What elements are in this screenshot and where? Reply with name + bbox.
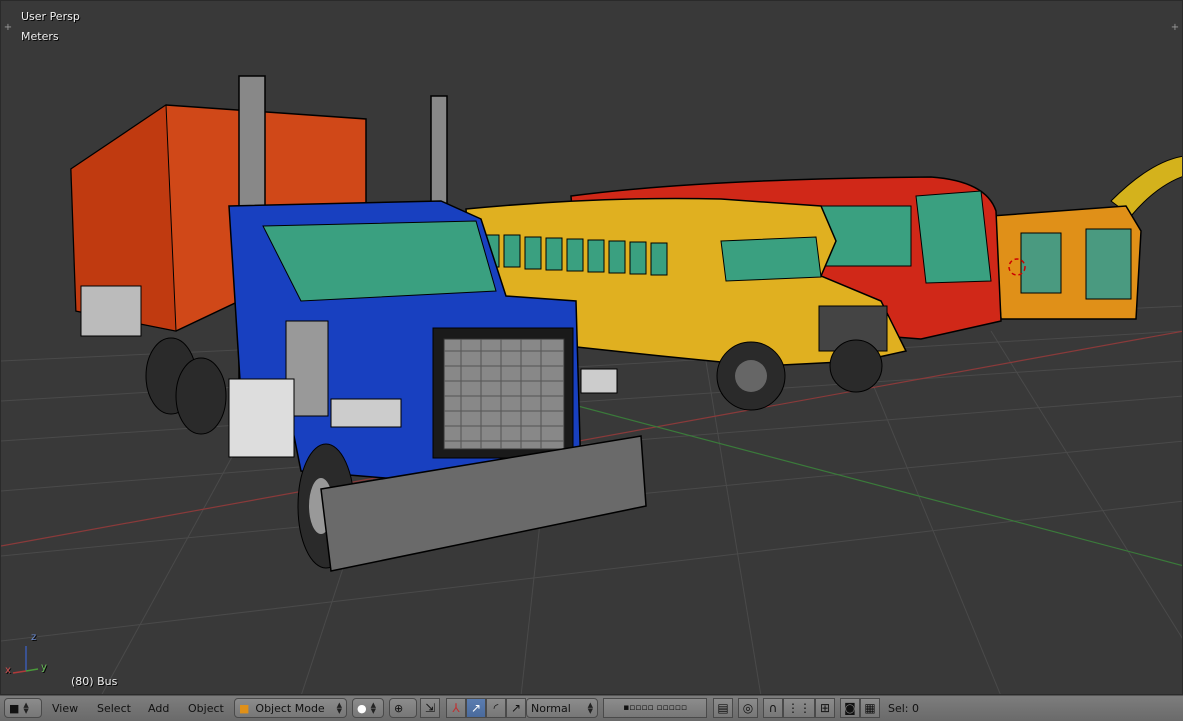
snap-element-dropdown[interactable]: ⋮⋮ [783,698,815,718]
translate-manipulator-button[interactable]: ⅄ [446,698,466,718]
3d-viewport[interactable]: + + User Persp Meters (80) Bus z x y [0,0,1183,695]
menu-select[interactable]: Select [91,698,137,718]
axis-gizmo [12,646,39,674]
pivot-point-dropdown[interactable]: ⊕ [389,698,417,718]
snap-magnet-icon: ∩ [768,701,778,715]
translate-icon: ⅄ [452,701,460,715]
proportional-edit-button[interactable]: ◎ [738,698,758,718]
solid-sphere-icon: ● [357,701,367,715]
editor-type-button[interactable]: ■ ▲ ▼ [4,698,42,718]
orientation-label: Normal [531,701,571,715]
transform-orientation-dropdown[interactable]: Normal ▲ ▼ [526,698,598,718]
camera-icon: ◙ [844,701,856,715]
clapper-icon: ▦ [864,701,876,715]
cube-icon: ■ [9,701,20,715]
selection-status: Sel: 0 [888,701,920,715]
arrow-icon: ↗ [470,701,482,715]
snap-toggle-button[interactable]: ∩ [763,698,783,718]
units-label: Meters [21,30,59,43]
render-animation-button[interactable]: ▦ [860,698,880,718]
object-mode-icon: ■ [239,701,250,715]
mode-label: Object Mode [255,701,325,715]
snap-target-icon: ⊞ [819,701,831,715]
snap-element-icon: ⋮⋮ [787,701,811,715]
menu-object[interactable]: Object [182,698,230,718]
scale-icon: ↗ [510,701,522,715]
chevron-updown-icon: ▲ ▼ [370,701,376,715]
area-split-icon[interactable]: + [1170,23,1180,33]
x-axis-label: x [5,665,11,676]
manipulator-toggle[interactable]: ⇲ [420,698,440,718]
rotate-icon: ◜ [493,701,499,715]
move-manipulator-button[interactable]: ↗ [466,698,486,718]
scene-render [1,75,1182,694]
3d-view-header: ■ ▲ ▼ View Select Add Object ■ Object Mod… [0,695,1183,721]
z-axis-label: z [31,632,37,643]
y-axis-label: y [41,662,47,673]
area-split-icon[interactable]: + [3,23,13,33]
rotate-manipulator-button[interactable]: ◜ [486,698,506,718]
scale-manipulator-button[interactable]: ↗ [506,698,526,718]
render-opengl-button[interactable]: ◙ [840,698,860,718]
lock-layers-button[interactable]: ▤ [713,698,733,718]
proportional-edit-icon: ◎ [742,701,754,715]
menu-view[interactable]: View [46,698,84,718]
chevron-updown-icon: ▲ ▼ [336,701,342,715]
snap-target-button[interactable]: ⊞ [815,698,835,718]
manipulator-icon: ⇲ [424,701,436,715]
layers-grid[interactable]: ▪▫▫▫▫ ▫▫▫▫▫ [603,698,707,718]
layers-lock-icon: ▤ [717,701,729,715]
pivot-icon: ⊕ [394,701,404,715]
active-object-info: (80) Bus [71,675,118,688]
chevron-updown-icon: ▲ ▼ [587,701,593,715]
view-name: User Persp [21,10,80,23]
chevron-updown-icon: ▲ ▼ [23,701,29,715]
viewport-shading-dropdown[interactable]: ● ▲ ▼ [352,698,384,718]
menu-add[interactable]: Add [142,698,175,718]
mode-dropdown[interactable]: ■ Object Mode ▲ ▼ [234,698,347,718]
layer-buttons-icon: ▪▫▫▫▫ ▫▫▫▫▫ [623,703,687,713]
